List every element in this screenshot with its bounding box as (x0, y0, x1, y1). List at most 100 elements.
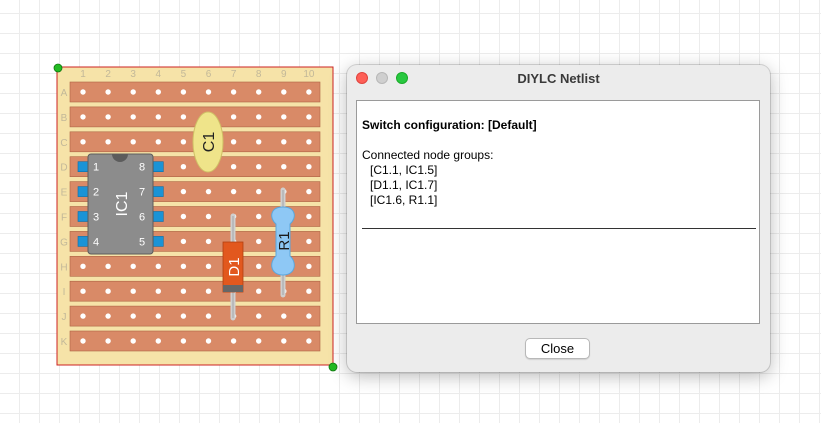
column-label: 6 (206, 69, 212, 80)
row-label: G (60, 237, 68, 248)
copper-strip (69, 106, 321, 128)
strip-hole (230, 164, 237, 170)
strip-hole (256, 188, 262, 195)
strip-hole (180, 188, 187, 195)
strip-hole (306, 89, 312, 95)
ic-pin-number: 8 (139, 162, 145, 174)
column-label: 8 (256, 69, 262, 80)
strip-hole (281, 338, 287, 344)
separator-line (362, 228, 756, 229)
strip-hole (155, 139, 161, 145)
strip-hole (281, 313, 287, 319)
strip-hole (205, 89, 212, 95)
strip-hole (205, 188, 212, 195)
ic-pin-pad (153, 236, 164, 247)
strip-hole (130, 313, 136, 319)
strip-hole (306, 139, 312, 145)
ic-pin-pad (77, 186, 89, 197)
strip-hole (306, 238, 312, 245)
strip-hole (105, 288, 111, 294)
strip-hole (105, 89, 111, 95)
ic-pin-number: 1 (93, 162, 99, 174)
strip-hole (180, 164, 187, 170)
strip-hole (105, 313, 111, 319)
strip-hole (130, 338, 136, 344)
strip-hole (155, 114, 161, 120)
ic-pin-pad (77, 211, 89, 222)
row-label: J (62, 312, 67, 323)
strip-hole (205, 263, 212, 269)
strip-hole (180, 313, 187, 319)
strip-hole (256, 338, 262, 344)
close-button[interactable]: Close (525, 338, 590, 359)
node-group-item: [C1.1, IC1.5] (370, 163, 438, 177)
strip-hole (130, 114, 136, 120)
strip-hole (180, 238, 187, 245)
strip-hole (306, 213, 312, 220)
selection-handle-top-left[interactable] (53, 63, 63, 73)
strip-hole (306, 313, 312, 319)
strip-hole (306, 288, 312, 294)
strip-hole (105, 114, 111, 120)
selection-handle-bottom-right[interactable] (328, 362, 338, 372)
ic-pin-pad (77, 236, 89, 247)
strip-hole (306, 338, 312, 344)
strip-hole (180, 288, 187, 294)
capacitor-c1[interactable]: C1 (192, 111, 224, 173)
strip-hole (230, 89, 237, 95)
ic-pin-number: 6 (139, 212, 145, 224)
row-label: H (60, 262, 67, 273)
column-label: 2 (105, 69, 111, 80)
strip-hole (256, 238, 262, 245)
row-label: D (60, 163, 67, 174)
column-label: 3 (130, 69, 136, 80)
resistor-label: R1 (276, 231, 293, 250)
row-label: C (60, 138, 67, 149)
strip-hole (205, 338, 212, 344)
node-groups-label: Connected node groups: (362, 148, 494, 162)
ic-pin-pad (153, 186, 164, 197)
column-label: 7 (231, 69, 237, 80)
strip-hole (256, 213, 262, 220)
strip-hole (180, 114, 187, 120)
strip-hole (155, 89, 161, 95)
strip-hole (256, 139, 262, 145)
diode-cathode-band (223, 285, 243, 292)
ic-pin-pad (77, 161, 89, 172)
column-label: 5 (181, 69, 187, 80)
strip-hole (80, 338, 86, 344)
row-label: A (61, 88, 68, 99)
column-label: 9 (281, 69, 287, 80)
capacitor-label: C1 (201, 132, 218, 153)
strip-hole (230, 139, 237, 145)
copper-strip (69, 81, 321, 103)
title-bar[interactable]: DIYLC Netlist (347, 65, 770, 93)
strip-hole (281, 139, 287, 145)
strip-hole (180, 139, 187, 145)
strip-hole (205, 213, 212, 220)
ic1-label: IC1 (114, 191, 131, 216)
strip-hole (205, 288, 212, 294)
strip-hole (155, 288, 161, 294)
strip-hole (155, 313, 161, 319)
strip-hole (130, 288, 136, 294)
strip-hole (155, 263, 161, 269)
strip-hole (230, 188, 237, 195)
strip-hole (80, 114, 86, 120)
strip-hole (80, 288, 86, 294)
netlist-text-area[interactable]: Switch configuration: [Default] Connecte… (356, 100, 760, 324)
strip-hole (306, 114, 312, 120)
column-label: 1 (80, 69, 86, 80)
ic1-chip[interactable]: 1 2 3 4 8 7 6 5 IC1 (77, 153, 164, 255)
strip-hole (205, 238, 212, 245)
netlist-dialog: DIYLC Netlist Switch configuration: [Def… (347, 65, 770, 372)
row-label: B (61, 113, 68, 124)
strip-hole (205, 313, 212, 319)
ic-pin-number: 7 (139, 187, 145, 199)
strip-hole (130, 89, 136, 95)
strip-hole (80, 313, 86, 319)
strip-hole (306, 188, 312, 195)
strip-hole (180, 338, 187, 344)
ic-pin-number: 4 (93, 236, 99, 248)
strip-hole (256, 114, 262, 120)
